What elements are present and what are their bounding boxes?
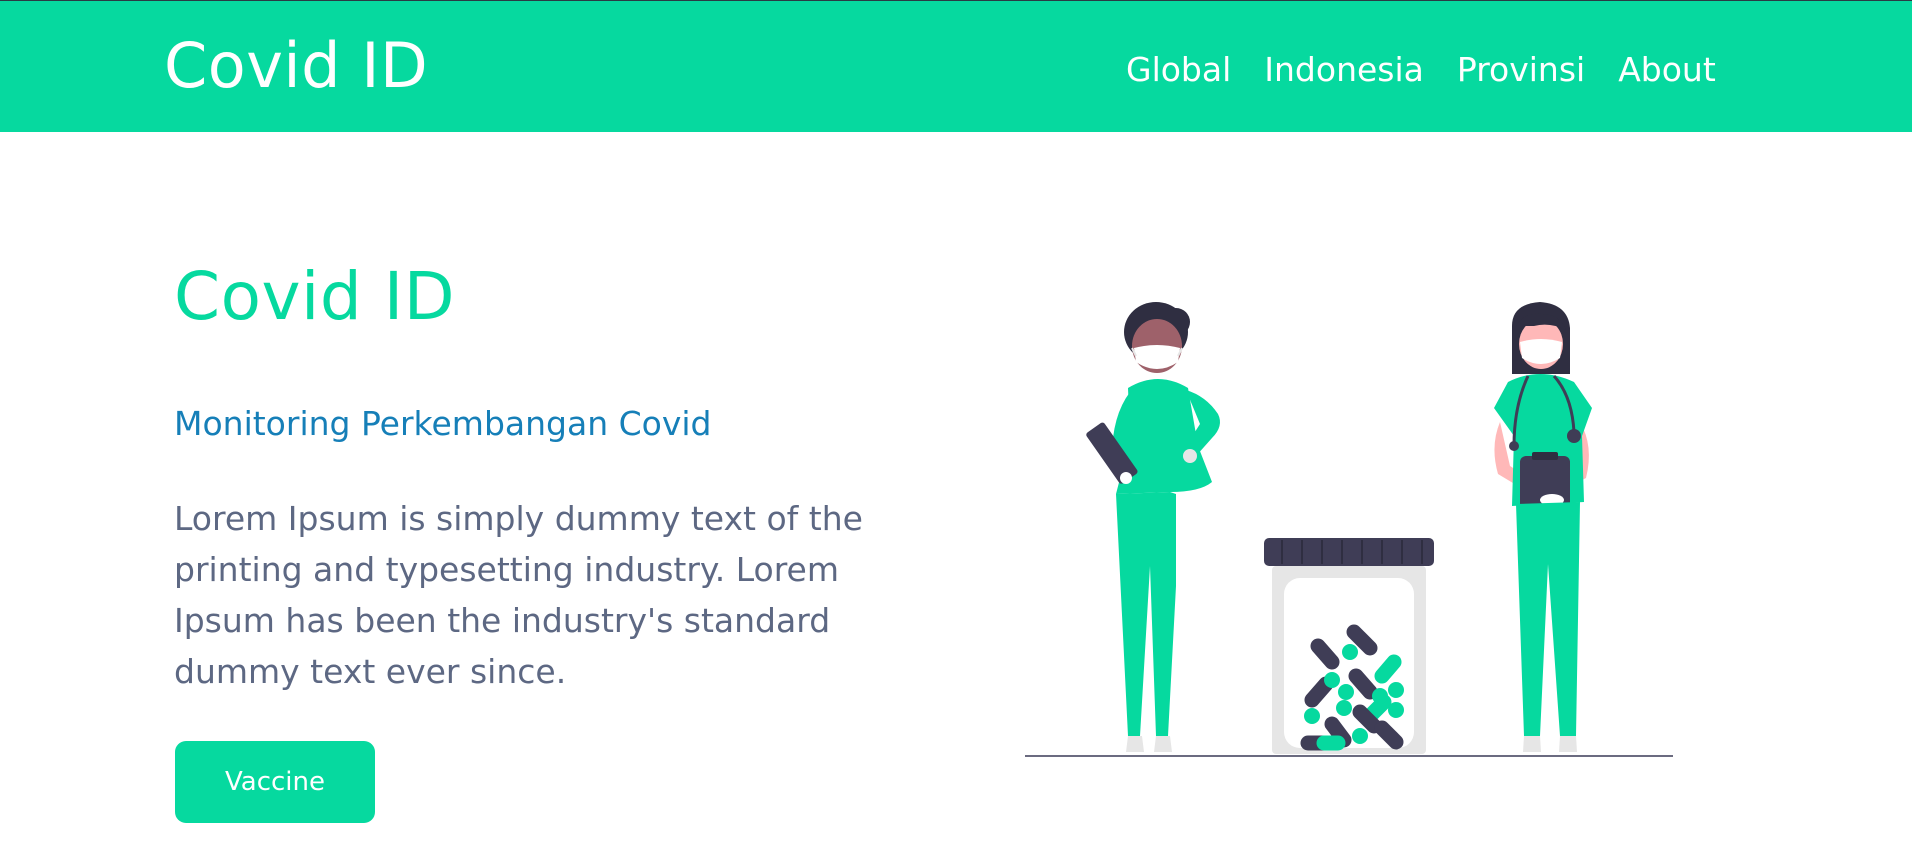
nav-link-provinsi[interactable]: Provinsi [1457, 48, 1585, 92]
hero-subtitle: Monitoring Perkembangan Covid [174, 404, 712, 443]
nav-link-global[interactable]: Global [1126, 48, 1231, 92]
hero-title: Covid ID [174, 258, 456, 335]
nav-links: Global Indonesia Provinsi About [1126, 48, 1716, 92]
vaccine-button[interactable]: Vaccine [175, 741, 375, 823]
hero-description: Lorem Ipsum is simply dummy text of the … [174, 499, 863, 691]
medical-staff-illustration [1025, 302, 1673, 757]
nav-link-indonesia[interactable]: Indonesia [1264, 48, 1424, 92]
brand-logo[interactable]: Covid ID [164, 23, 428, 109]
navbar: Covid ID Global Indonesia Provinsi About [0, 1, 1912, 132]
nav-link-about[interactable]: About [1618, 48, 1716, 92]
left-doctor-figure [1086, 302, 1220, 752]
right-doctor-figure [1494, 302, 1592, 752]
pill-jar [1264, 538, 1434, 754]
